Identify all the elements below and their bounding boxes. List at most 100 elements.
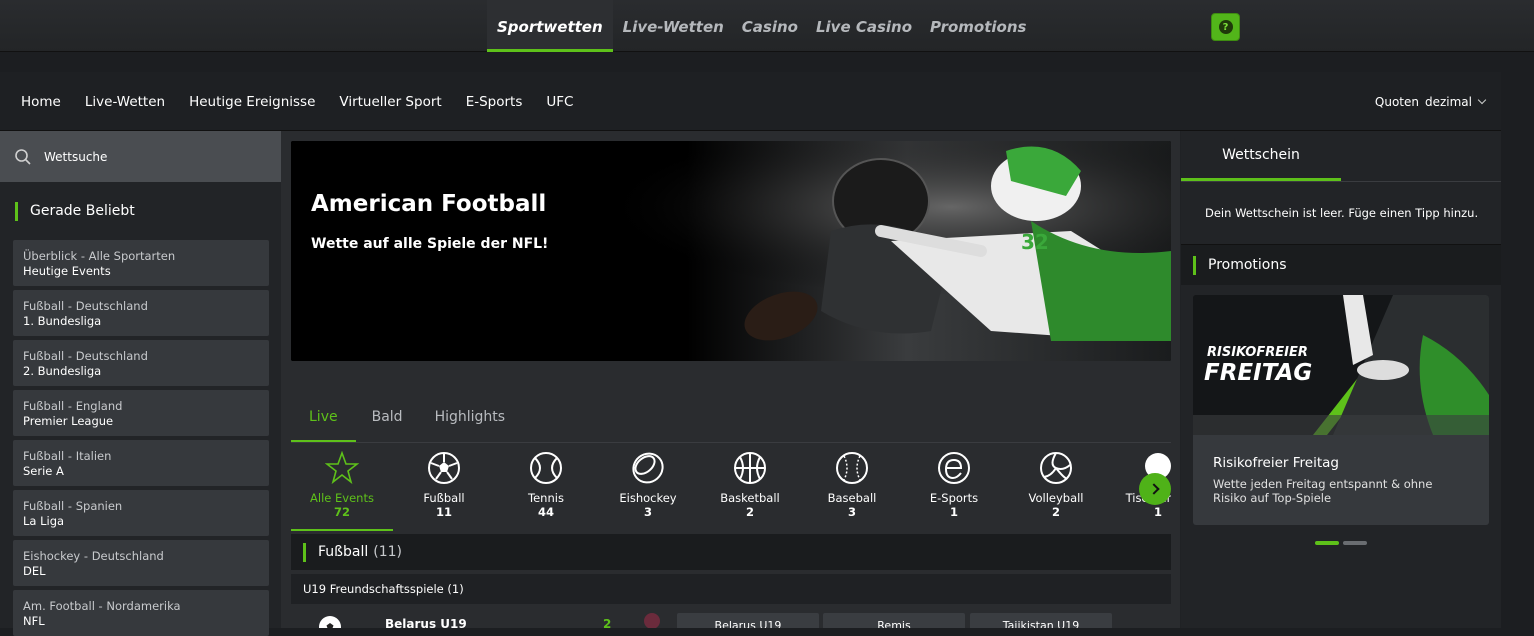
sport-count: 2	[745, 505, 754, 519]
search-field[interactable]: Wettsuche	[0, 131, 281, 182]
subnav-virtueller-sport[interactable]: Virtueller Sport	[339, 94, 441, 110]
tab-live[interactable]: Live	[291, 397, 356, 442]
popular-item[interactable]: Fußball - England Premier League	[13, 390, 269, 436]
sport-name: Volleyball	[1028, 491, 1084, 505]
carousel-dot[interactable]	[1343, 541, 1367, 545]
popular-item-sport: Am. Football - Nordamerika	[23, 599, 181, 613]
baseball-icon	[836, 452, 868, 484]
football-section-header[interactable]: Fußball (11)	[291, 534, 1171, 570]
popular-item[interactable]: Fußball - Italien Serie A	[13, 440, 269, 486]
svg-text:32: 32	[1021, 230, 1049, 254]
promo-card[interactable]: RISIKOFREIER FREITAG Risikofreier Freita…	[1193, 295, 1489, 525]
sub-navigation: Home Live-Wetten Heutige Ereignisse Virt…	[0, 72, 1501, 131]
sport-basketball[interactable]: Basketball 2	[699, 451, 801, 531]
popular-item-league: Serie A	[23, 464, 64, 478]
popular-item[interactable]: Eishockey - Deutschland DEL	[13, 540, 269, 586]
tab-promotions[interactable]: Promotions	[922, 0, 1034, 52]
tab-bald[interactable]: Bald	[356, 397, 419, 442]
popular-heading: Gerade Beliebt	[0, 182, 281, 240]
betslip-empty-message: Dein Wettschein ist leer. Füge einen Tip…	[1181, 182, 1501, 245]
promo-banner-line2: FREITAG	[1204, 360, 1313, 386]
popular-item-league: La Liga	[23, 514, 65, 528]
league-header[interactable]: U19 Freundschaftsspiele (1)	[291, 574, 1171, 604]
star-icon	[325, 451, 359, 485]
left-sidebar: Wettsuche Gerade Beliebt Überblick - All…	[0, 131, 281, 636]
subnav-home[interactable]: Home	[21, 94, 61, 110]
sports-next-button[interactable]	[1139, 473, 1171, 505]
team-name: Belarus U19	[385, 617, 467, 628]
sport-volleyball[interactable]: Volleyball 2	[1005, 451, 1107, 531]
sport-count: 1	[949, 505, 958, 519]
odds-button-away[interactable]: Tajikistan U19	[970, 613, 1112, 628]
subnav-ufc[interactable]: UFC	[546, 94, 573, 110]
sport-name: Eishockey	[619, 491, 677, 505]
sport-count: 72	[333, 505, 350, 519]
popular-item-league: 1. Bundesliga	[23, 314, 102, 328]
popular-item[interactable]: Fußball - Spanien La Liga	[13, 490, 269, 536]
league-name: U19 Freundschaftsspiele (1)	[303, 582, 464, 596]
tab-live-casino[interactable]: Live Casino	[808, 0, 920, 52]
promo-title: Risikofreier Freitag	[1213, 455, 1339, 471]
popular-item[interactable]: Fußball - Deutschland 2. Bundesliga	[13, 340, 269, 386]
accent-bar	[1193, 255, 1196, 275]
sport-eishockey[interactable]: Eishockey 3	[597, 451, 699, 531]
carousel-dots	[1315, 541, 1371, 545]
promo-image: RISIKOFREIER FREITAG	[1193, 295, 1489, 435]
section-count: (11)	[373, 544, 402, 560]
promo-banner-line1: RISIKOFREIER	[1207, 345, 1308, 360]
popular-item-sport: Fußball - Deutschland	[23, 349, 148, 363]
popular-item-league: Heutige Events	[23, 264, 111, 278]
tab-casino[interactable]: Casino	[734, 0, 806, 52]
volleyball-icon	[1040, 452, 1072, 484]
hockey-puck-icon	[632, 452, 664, 484]
banner-title: American Football	[311, 191, 547, 217]
sport-baseball[interactable]: Baseball 3	[801, 451, 903, 531]
help-button[interactable]: ?	[1211, 13, 1240, 41]
subnav-live-wetten[interactable]: Live-Wetten	[85, 94, 165, 110]
odds-button-draw[interactable]: Remis	[823, 613, 965, 628]
odds-format-value: dezimal	[1424, 94, 1472, 109]
chevron-down-icon	[1477, 95, 1487, 105]
odds-format-select[interactable]: Quoten dezimal	[1374, 72, 1487, 131]
popular-item-sport: Überblick - Alle Sportarten	[23, 249, 176, 263]
sport-count: 2	[1051, 505, 1060, 519]
accent-bar	[303, 542, 306, 562]
flash-icon	[644, 613, 660, 628]
popular-item[interactable]: Am. Football - Nordamerika NFL	[13, 590, 269, 636]
tab-wettschein[interactable]: Wettschein	[1181, 131, 1341, 181]
center-content: 32 American Football Wette auf alle Spie…	[281, 131, 1180, 628]
tennis-ball-icon	[530, 452, 562, 484]
search-icon	[15, 148, 31, 165]
subnav-e-sports[interactable]: E-Sports	[466, 94, 523, 110]
main-area: Home Live-Wetten Heutige Ereignisse Virt…	[0, 72, 1501, 636]
subnav-heutige-ereignisse[interactable]: Heutige Ereignisse	[189, 94, 315, 110]
right-sidebar: Wettschein Dein Wettschein ist leer. Füg…	[1181, 131, 1501, 628]
sport-tennis[interactable]: Tennis 44	[495, 451, 597, 531]
sport-count: 3	[643, 505, 652, 519]
top-bar: Sportwetten Live-Wetten Casino Live Casi…	[0, 0, 1534, 52]
odds-button-home[interactable]: Belarus U19	[677, 613, 819, 628]
sport-name: Basketball	[720, 491, 780, 505]
popular-item[interactable]: Fußball - Deutschland 1. Bundesliga	[13, 290, 269, 336]
sport-all-events[interactable]: Alle Events 72	[291, 451, 393, 531]
sport-name: E-Sports	[929, 491, 979, 505]
tab-highlights[interactable]: Highlights	[419, 397, 522, 442]
carousel-dot-active[interactable]	[1315, 541, 1339, 545]
popular-item-league: DEL	[23, 564, 46, 578]
popular-item-sport: Fußball - Spanien	[23, 499, 123, 513]
esports-icon	[938, 452, 970, 484]
search-input[interactable]: Wettsuche	[44, 150, 107, 164]
sport-name: Fußball	[423, 491, 465, 505]
sport-e-sports[interactable]: E-Sports 1	[903, 451, 1005, 531]
match-score: 2	[603, 617, 612, 628]
popular-item[interactable]: Überblick - Alle Sportarten Heutige Event…	[13, 240, 269, 286]
tab-live-wetten[interactable]: Live-Wetten	[615, 0, 732, 52]
hero-banner[interactable]: 32 American Football Wette auf alle Spie…	[291, 141, 1171, 361]
odds-format-label: Quoten	[1374, 94, 1419, 109]
accent-bar	[15, 201, 18, 221]
sport-name: Alle Events	[310, 491, 374, 505]
sport-fussball[interactable]: Fußball 11	[393, 451, 495, 531]
match-row[interactable]: Belarus U19 2 Belarus U19 Remis Tajikist…	[291, 607, 1171, 628]
event-tabs: Live Bald Highlights	[291, 397, 1171, 443]
tab-sportwetten[interactable]: Sportwetten	[487, 0, 613, 52]
